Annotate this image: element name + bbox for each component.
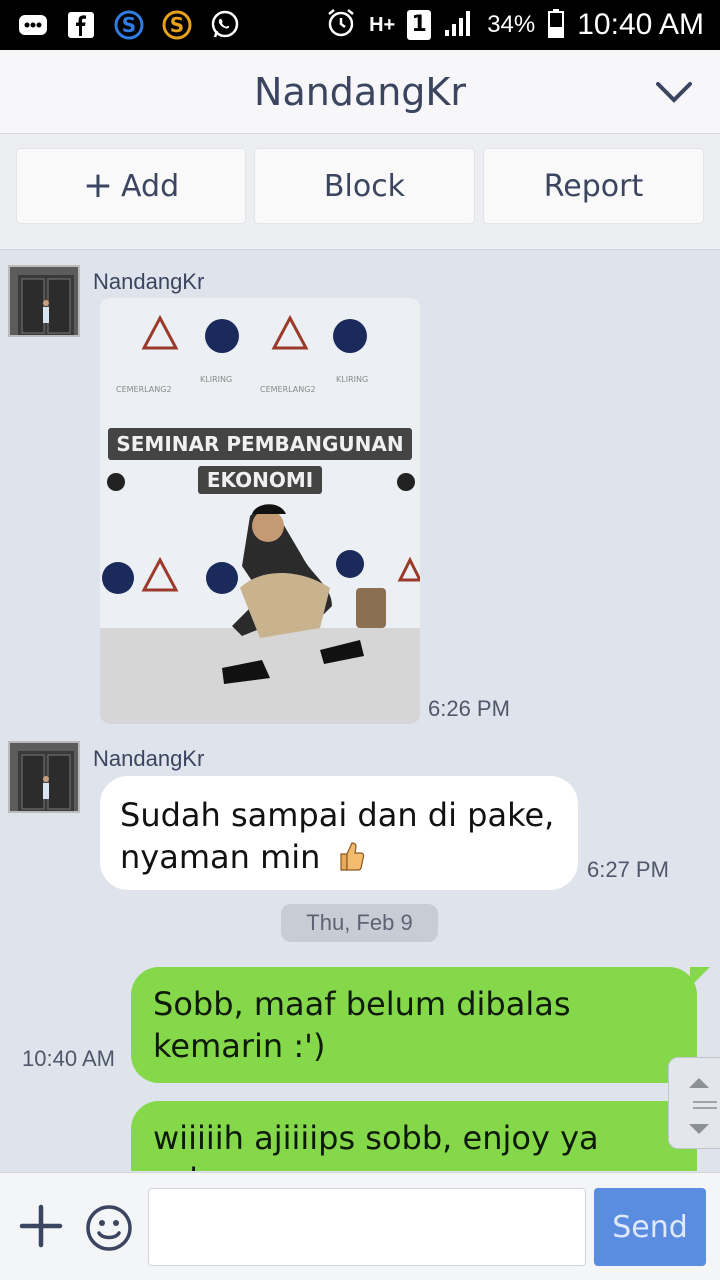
plus-icon: + <box>82 165 114 206</box>
photo-message[interactable]: CEMERLANG2 CEMERLANG2 KLIRING KLIRING SEMIN… <box>100 298 420 724</box>
send-button[interactable]: Send <box>594 1188 706 1266</box>
avatar[interactable] <box>8 741 80 813</box>
svg-text:CEMERLANG2: CEMERLANG2 <box>260 385 316 394</box>
signal-icon <box>443 8 475 42</box>
svg-text:KLIRING: KLIRING <box>200 375 232 384</box>
chat-messages[interactable]: NandangKr CEMERLANG2 CEMERLANG2 KLIRING KLI… <box>0 251 720 1171</box>
message-input[interactable] <box>148 1188 586 1266</box>
bbm-icon <box>16 8 50 42</box>
chevron-down-icon[interactable] <box>654 76 694 108</box>
bubble-tail <box>690 967 710 987</box>
message-input-bar: Send <box>0 1172 720 1280</box>
notification-icons: S S <box>16 8 242 42</box>
report-button[interactable]: Report <box>483 148 704 224</box>
system-status: H+ 1 34% 10:40 AM <box>325 6 704 44</box>
message-time: 6:27 PM <box>587 857 669 882</box>
sender-name: NandangKr <box>93 269 205 294</box>
alarm-icon <box>325 7 357 43</box>
add-button-label: Add <box>121 168 180 204</box>
block-button-label: Block <box>323 168 406 204</box>
skype-icon: S <box>112 8 146 42</box>
chat-header: NandangKr <box>0 50 720 134</box>
message-text-line: Sudah sampai dan di pake, <box>120 796 555 834</box>
outgoing-message[interactable]: wiiiiih ajiiiips sobb, enjoy ya sob, <box>131 1101 697 1171</box>
message-time: 10:40 AM <box>22 1046 115 1071</box>
message-text: nyaman min <box>120 838 321 876</box>
message-text-line: Sobb, maaf belum dibalas <box>153 985 571 1023</box>
page-title: NandangKr <box>254 70 466 114</box>
plus-icon[interactable] <box>18 1203 64 1249</box>
block-button[interactable]: Block <box>254 148 475 224</box>
svg-text:KLIRING: KLIRING <box>336 375 368 384</box>
banner-line2: EKONOMI <box>207 468 313 492</box>
banner-line1: SEMINAR PEMBANGUNAN <box>116 432 403 456</box>
svg-text:S: S <box>122 13 136 37</box>
scroll-control[interactable] <box>668 1057 720 1149</box>
s-app-icon: S <box>160 8 194 42</box>
whatsapp-icon <box>208 8 242 42</box>
message-text-line: nyaman min <box>120 836 558 878</box>
emoji-icon[interactable] <box>84 1203 134 1253</box>
outgoing-message[interactable]: Sobb, maaf belum dibalas kemarin :') <box>131 967 697 1083</box>
add-button[interactable]: + Add <box>16 148 246 224</box>
report-button-label: Report <box>543 168 644 204</box>
battery-percent: 34% <box>487 11 536 38</box>
incoming-message[interactable]: Sudah sampai dan di pake, nyaman min <box>100 776 578 890</box>
action-bar: + Add Block Report <box>0 134 720 250</box>
sender-name: NandangKr <box>93 746 205 771</box>
sim-icon: 1 <box>407 10 432 40</box>
network-type: H+ <box>369 13 396 36</box>
battery-icon <box>547 8 565 42</box>
avatar[interactable] <box>8 265 80 337</box>
message-text-line: wiiiiih ajiiiips sobb, enjoy ya sob, <box>153 1119 599 1171</box>
message-time: 6:26 PM <box>428 696 510 721</box>
thumbs-up-icon <box>335 840 365 872</box>
svg-text:S: S <box>170 13 184 37</box>
svg-text:CEMERLANG2: CEMERLANG2 <box>116 385 172 394</box>
facebook-icon <box>64 8 98 42</box>
message-text-line: kemarin :') <box>153 1027 326 1065</box>
date-divider: Thu, Feb 9 <box>281 904 438 942</box>
clock: 10:40 AM <box>577 8 704 41</box>
status-bar: S S H+ 1 34% 10:40 AM <box>0 0 720 50</box>
